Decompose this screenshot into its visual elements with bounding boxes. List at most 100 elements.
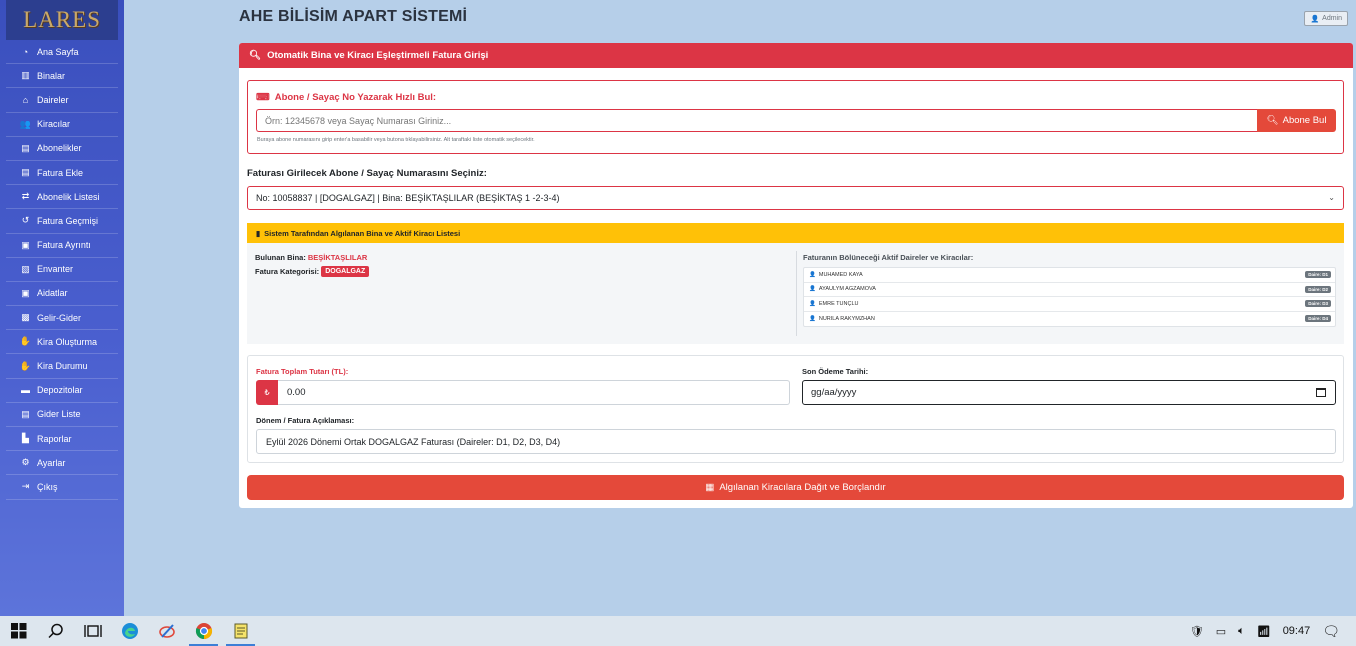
security-shield-icon[interactable]: 🛡︎	[1190, 625, 1204, 638]
detected-building-info: Bulunan Bina: BEŞİKTAŞLILAR Fatura Kateg…	[255, 253, 370, 277]
detected-info-header: ▮ Sistem Tarafından Algılanan Bina ve Ak…	[247, 223, 1344, 243]
description-input[interactable]: Eylül 2026 Dönemi Ortak DOGALGAZ Faturas…	[256, 429, 1336, 454]
sidebar-item-daireler[interactable]: ⌂ Daireler	[6, 88, 118, 113]
keyboard-icon: ⌨	[256, 92, 270, 103]
due-date-input[interactable]: gg/aa/yyyy	[802, 380, 1336, 405]
gear-icon: ⚙	[21, 457, 30, 468]
user-icon: 👤	[809, 271, 816, 278]
sidebar-item-cikis[interactable]: ⇥ Çıkış	[6, 475, 118, 500]
search-icon: 🔍︎	[1266, 115, 1279, 126]
notepad-icon[interactable]	[222, 616, 259, 646]
building-name: BEŞİKTAŞLILAR	[307, 253, 368, 262]
history-icon: ↺	[21, 215, 30, 226]
windows-start-icon[interactable]	[0, 616, 37, 646]
invoice-card: 🔍︎ Otomatik Bina ve Kiracı Eşleştirmeli …	[239, 43, 1353, 508]
dashboard-icon: ◔	[22, 46, 29, 57]
chevron-down-icon: ⌄	[1328, 193, 1335, 202]
amount-input-group: ₺ 0.00	[256, 380, 790, 405]
sidebar-item-kiracilar[interactable]: 👥 Kiracılar	[6, 113, 118, 137]
quick-search-label: ⌨ Abone / Sayaç No Yazarak Hızlı Bul:	[256, 92, 437, 103]
sidebar-item-abonelikler[interactable]: ▤ Abonelikler	[6, 137, 118, 161]
wifi-icon[interactable]: 📶︎	[1257, 625, 1271, 638]
apartment-badge: Daire: D4	[1305, 314, 1331, 322]
list-item: 👤 MUHAMED KAYA Daire: D1	[804, 268, 1335, 283]
search-icon[interactable]	[37, 616, 74, 646]
taskbar: 🛡︎ ▭ 🔈︎ 📶︎ 09:47 🗨︎	[0, 616, 1356, 646]
tenant-list: 👤 MUHAMED KAYA Daire: D1 👤 AYAULYM AGZAMOVA…	[803, 267, 1336, 328]
sidebar-item-gelir-gider[interactable]: ▩ Gelir-Gider	[6, 306, 118, 331]
user-icon: 👤	[809, 316, 816, 323]
subscriber-select[interactable]: No: 10058837 | [DOGALGAZ] | Bina: BEŞİKT…	[247, 186, 1344, 210]
calendar-icon[interactable]	[1316, 388, 1326, 397]
user-icon: 👤	[1310, 15, 1320, 23]
logo[interactable]: LARES	[6, 0, 118, 40]
sidebar-item-depozitolar[interactable]: ▬ Depozitolar	[6, 379, 118, 403]
clock[interactable]: 09:47	[1283, 625, 1311, 637]
card-header: 🔍︎ Otomatik Bina ve Kiracı Eşleştirmeli …	[239, 43, 1353, 68]
sync-icon: ⇄	[21, 191, 30, 202]
clipboard-icon: ▤	[21, 142, 30, 153]
category-badge: DOGALGAZ	[321, 266, 370, 277]
sidebar-item-abonelik-listesi[interactable]: ⇄ Abonelik Listesi	[6, 185, 118, 210]
hand-coin-icon: ✋	[19, 360, 32, 371]
divider	[796, 251, 797, 336]
sidebar-item-ayarlar[interactable]: ⚙ Ayarlar	[6, 451, 118, 476]
amount-input[interactable]: 0.00	[278, 380, 790, 405]
search-icon: 🔍︎	[249, 50, 262, 61]
volume-icon[interactable]: 🔈︎	[1238, 625, 1245, 638]
sidebar-item-binalar[interactable]: ▥ Binalar	[6, 64, 118, 89]
sidebar-menu: ◔ Ana Sayfa ▥ Binalar ⌂ Daireler 👥 Kiracılar…	[0, 40, 124, 500]
subscriber-select-label: Faturası Girilecek Abone / Sayaç Numaras…	[247, 168, 487, 179]
sidebar-item-ana-sayfa[interactable]: ◔ Ana Sayfa	[6, 40, 118, 65]
task-view-icon[interactable]	[74, 616, 111, 646]
notification-icon[interactable]: 🗨︎	[1322, 623, 1340, 640]
find-subscriber-button[interactable]: 🔍︎ Abone Bul	[1257, 109, 1336, 132]
sidebar-item-gider-liste[interactable]: ▤ Gider Liste	[6, 403, 118, 427]
apartment-badge: Daire: D2	[1305, 285, 1331, 293]
description-label: Dönem / Fatura Açıklaması:	[256, 416, 355, 425]
sidebar-item-raporlar[interactable]: ▙ Raporlar	[6, 427, 118, 452]
chrome-icon[interactable]	[185, 616, 222, 646]
invoice-icon: ▤	[21, 167, 30, 178]
admin-button[interactable]: 👤 Admin	[1304, 11, 1348, 26]
sidebar-item-fatura-gecmisi[interactable]: ↺ Fatura Geçmişi	[6, 209, 118, 234]
chart-icon: ▙	[22, 433, 29, 444]
sidebar-item-fatura-ayrinti[interactable]: ▣ Fatura Ayrıntı	[6, 234, 118, 258]
invoice-form: Fatura Toplam Tutarı (TL): ₺ 0.00 Son Öd…	[247, 355, 1344, 463]
building-icon: ▥	[21, 70, 30, 81]
sidebar-item-kira-olusturma[interactable]: ✋ Kira Oluşturma	[6, 330, 118, 355]
distribute-submit-button[interactable]: ▦ Algılanan Kiracılara Dağıt ve Borçland…	[247, 475, 1344, 500]
quick-search-panel: ⌨ Abone / Sayaç No Yazarak Hızlı Bul: 🔍︎…	[247, 80, 1344, 154]
box-icon: ▧	[21, 263, 30, 274]
building-icon: ▮	[256, 228, 261, 238]
system-tray: 🛡︎ ▭ 🔈︎ 📶︎ 09:47 🗨︎	[1190, 616, 1356, 646]
deposit-icon: ▬	[21, 385, 30, 396]
paint-app-icon[interactable]	[148, 616, 185, 646]
search-help-text: Buraya abone numarasını girip enter'a ba…	[257, 137, 535, 143]
sidebar: LARES ◔ Ana Sayfa ▥ Binalar ⌂ Daireler 👥 Kir…	[0, 0, 124, 616]
sidebar-item-kira-durumu[interactable]: ✋ Kira Durumu	[6, 354, 118, 379]
subscriber-search-input[interactable]	[256, 109, 1258, 132]
cash-icon: ▩	[21, 312, 30, 323]
users-icon: 👥	[19, 118, 32, 129]
amount-label: Fatura Toplam Tutarı (TL):	[256, 367, 349, 376]
user-icon: 👤	[809, 300, 816, 307]
lira-icon: ₺	[256, 380, 278, 405]
edge-icon[interactable]	[111, 616, 148, 646]
apartment-badge: Daire: D1	[1305, 271, 1331, 278]
logout-icon: ⇥	[21, 481, 30, 492]
hand-money-icon: ✋	[19, 336, 32, 347]
tenant-panel: Faturanın Bölüneceği Aktif Daireler ve K…	[803, 253, 1336, 328]
due-date-label: Son Ödeme Tarihi:	[802, 367, 869, 376]
page-title: AHE BİLİSİM APART SİSTEMİ	[239, 8, 468, 25]
sidebar-item-fatura-ekle[interactable]: ▤ Fatura Ekle	[6, 161, 118, 186]
user-icon: 👤	[809, 286, 816, 293]
tenant-list-title: Faturanın Bölüneceği Aktif Daireler ve K…	[803, 253, 974, 262]
apartment-badge: Daire: D3	[1305, 300, 1331, 308]
sidebar-item-aidatlar[interactable]: ▣ Aidatlar	[6, 282, 118, 307]
wallet-icon: ▣	[21, 287, 30, 298]
money-icon: ▣	[21, 239, 30, 250]
list-icon: ▤	[21, 408, 30, 419]
sidebar-item-envanter[interactable]: ▧ Envanter	[6, 258, 118, 282]
battery-icon[interactable]: ▭	[1216, 625, 1226, 638]
